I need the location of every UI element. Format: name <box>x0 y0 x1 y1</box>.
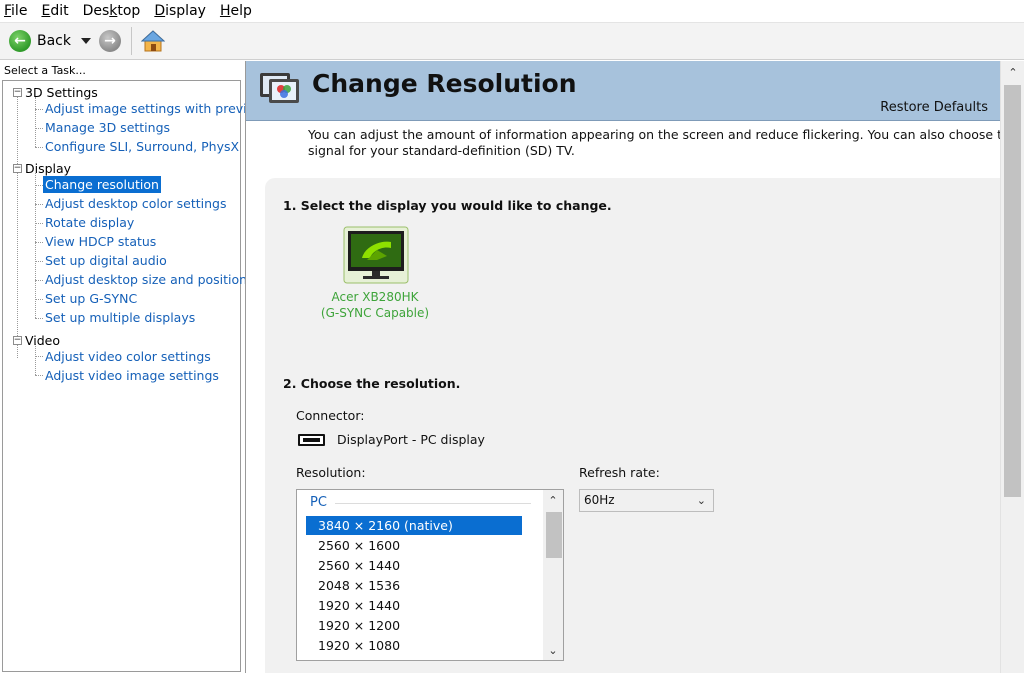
task-panel-label: Select a Task... <box>4 64 86 77</box>
tree-line <box>35 280 43 281</box>
home-icon[interactable] <box>140 28 166 54</box>
resolution-option[interactable]: 2048 × 1536 <box>306 576 522 595</box>
step1-title: 1. Select the display you would like to … <box>283 198 612 213</box>
tree-group-3d-settings[interactable]: − 3D Settings <box>13 85 98 100</box>
back-button[interactable]: Back <box>37 33 71 49</box>
tree-line <box>35 299 43 300</box>
collapse-icon[interactable]: − <box>13 336 22 345</box>
task-change-resolution[interactable]: Change resolution <box>43 176 161 193</box>
display-label[interactable]: Acer XB280HK (G-SYNC Capable) <box>320 289 430 321</box>
scrollbar-thumb[interactable] <box>1004 85 1021 497</box>
tree-line <box>35 173 36 318</box>
task-set-up-multiple-displays[interactable]: Set up multiple displays <box>43 309 197 326</box>
display-monitor-icon[interactable] <box>343 226 409 284</box>
refresh-rate-label: Refresh rate: <box>579 465 660 480</box>
tree-line <box>35 242 43 243</box>
back-arrow-icon[interactable]: ← <box>9 30 31 52</box>
tree-group-label: 3D Settings <box>25 85 98 100</box>
tree-group-video[interactable]: − Video <box>13 333 60 348</box>
tree-line <box>35 109 43 110</box>
task-rotate-display[interactable]: Rotate display <box>43 214 136 231</box>
task-configure-sli[interactable]: Configure SLI, Surround, PhysX <box>43 138 241 155</box>
step2-title: 2. Choose the resolution. <box>283 376 461 391</box>
page-description: You can adjust the amount of information… <box>308 127 1000 159</box>
resolution-label: Resolution: <box>296 465 366 480</box>
tree-line <box>35 344 36 375</box>
refresh-rate-value: 60Hz <box>584 493 615 507</box>
connector-label: Connector: <box>296 408 365 423</box>
page-header: Change Resolution Restore Defaults <box>246 61 1000 120</box>
menu-edit[interactable]: Edit <box>41 3 68 19</box>
history-dropdown-icon[interactable] <box>81 38 91 44</box>
task-view-hdcp-status[interactable]: View HDCP status <box>43 233 158 250</box>
resolution-scrollbar[interactable]: ⌃ ⌄ <box>543 490 563 660</box>
chevron-down-icon: ⌄ <box>696 494 706 507</box>
refresh-rate-select[interactable]: 60Hz ⌄ <box>579 489 714 512</box>
collapse-icon[interactable]: − <box>13 88 22 97</box>
menu-desktop[interactable]: Desktop <box>83 3 141 19</box>
menu-help[interactable]: Help <box>220 3 252 19</box>
resolution-list[interactable]: PC 3840 × 2160 (native) 2560 × 1600 2560… <box>296 489 564 661</box>
scroll-down-icon[interactable]: ⌄ <box>543 640 563 660</box>
tree-line <box>35 356 43 357</box>
tree-group-label: Display <box>25 161 72 176</box>
forward-arrow-icon[interactable]: → <box>99 30 121 52</box>
tree-line <box>35 318 43 319</box>
tree-line <box>35 128 43 129</box>
panel-splitter[interactable] <box>245 61 246 673</box>
scroll-up-icon[interactable]: ⌃ <box>1001 63 1024 81</box>
task-manage-3d-settings[interactable]: Manage 3D settings <box>43 119 172 136</box>
menu-file[interactable]: File <box>4 3 27 19</box>
resolution-option[interactable]: 3840 × 2160 (native) <box>306 516 522 535</box>
resolution-option[interactable]: 1920 × 1080 <box>306 636 522 655</box>
task-tree: − 3D Settings Adjust image settings with… <box>2 80 265 672</box>
resolution-group-label: PC <box>310 495 327 510</box>
scroll-up-icon[interactable]: ⌃ <box>543 490 563 510</box>
header-divider <box>246 120 1000 121</box>
tree-line <box>35 147 43 148</box>
group-divider <box>335 503 531 504</box>
resolution-option[interactable]: 2560 × 1600 <box>306 536 522 555</box>
main-scrollbar[interactable]: ⌃ <box>1000 61 1024 673</box>
tree-line <box>35 375 43 376</box>
change-resolution-icon <box>259 70 301 106</box>
description-line: You can adjust the amount of information… <box>308 127 1000 142</box>
task-panel: Select a Task... − 3D Settings Adjust im… <box>0 61 265 673</box>
task-set-up-g-sync[interactable]: Set up G-SYNC <box>43 290 139 307</box>
tree-line <box>35 223 43 224</box>
tree-group-label: Video <box>25 333 61 348</box>
page-title: Change Resolution <box>312 69 577 98</box>
task-adjust-image-settings[interactable]: Adjust image settings with preview <box>43 100 267 117</box>
resolution-option[interactable]: 1920 × 1200 <box>306 616 522 635</box>
restore-defaults-link[interactable]: Restore Defaults <box>880 100 988 115</box>
tree-line <box>35 185 43 186</box>
tree-group-display[interactable]: − Display <box>13 161 71 176</box>
tree-line <box>17 96 18 358</box>
collapse-icon[interactable]: − <box>13 164 22 173</box>
tree-line <box>35 261 43 262</box>
connector-row: DisplayPort - PC display <box>298 432 485 447</box>
task-adjust-desktop-size[interactable]: Adjust desktop size and position <box>43 271 249 288</box>
displayport-icon <box>298 433 325 446</box>
connector-value: DisplayPort - PC display <box>337 432 485 447</box>
task-adjust-desktop-color[interactable]: Adjust desktop color settings <box>43 195 228 212</box>
task-set-up-digital-audio[interactable]: Set up digital audio <box>43 252 169 269</box>
menu-bar: File Edit Desktop Display Help <box>0 0 1024 21</box>
scrollbar-thumb[interactable] <box>546 512 562 558</box>
display-name-text: Acer XB280HK <box>331 290 419 304</box>
toolbar-separator <box>131 27 132 55</box>
description-line: signal for your standard-definition (SD)… <box>308 143 575 158</box>
tree-line <box>35 97 36 147</box>
resolution-option[interactable]: 1920 × 1440 <box>306 596 522 615</box>
toolbar: ← Back → <box>0 22 1024 60</box>
resolution-option[interactable]: 2560 × 1440 <box>306 556 522 575</box>
task-adjust-video-image[interactable]: Adjust video image settings <box>43 367 221 384</box>
tree-line <box>35 204 43 205</box>
task-adjust-video-color[interactable]: Adjust video color settings <box>43 348 213 365</box>
menu-display[interactable]: Display <box>154 3 206 19</box>
display-capability-text: (G-SYNC Capable) <box>320 306 430 320</box>
